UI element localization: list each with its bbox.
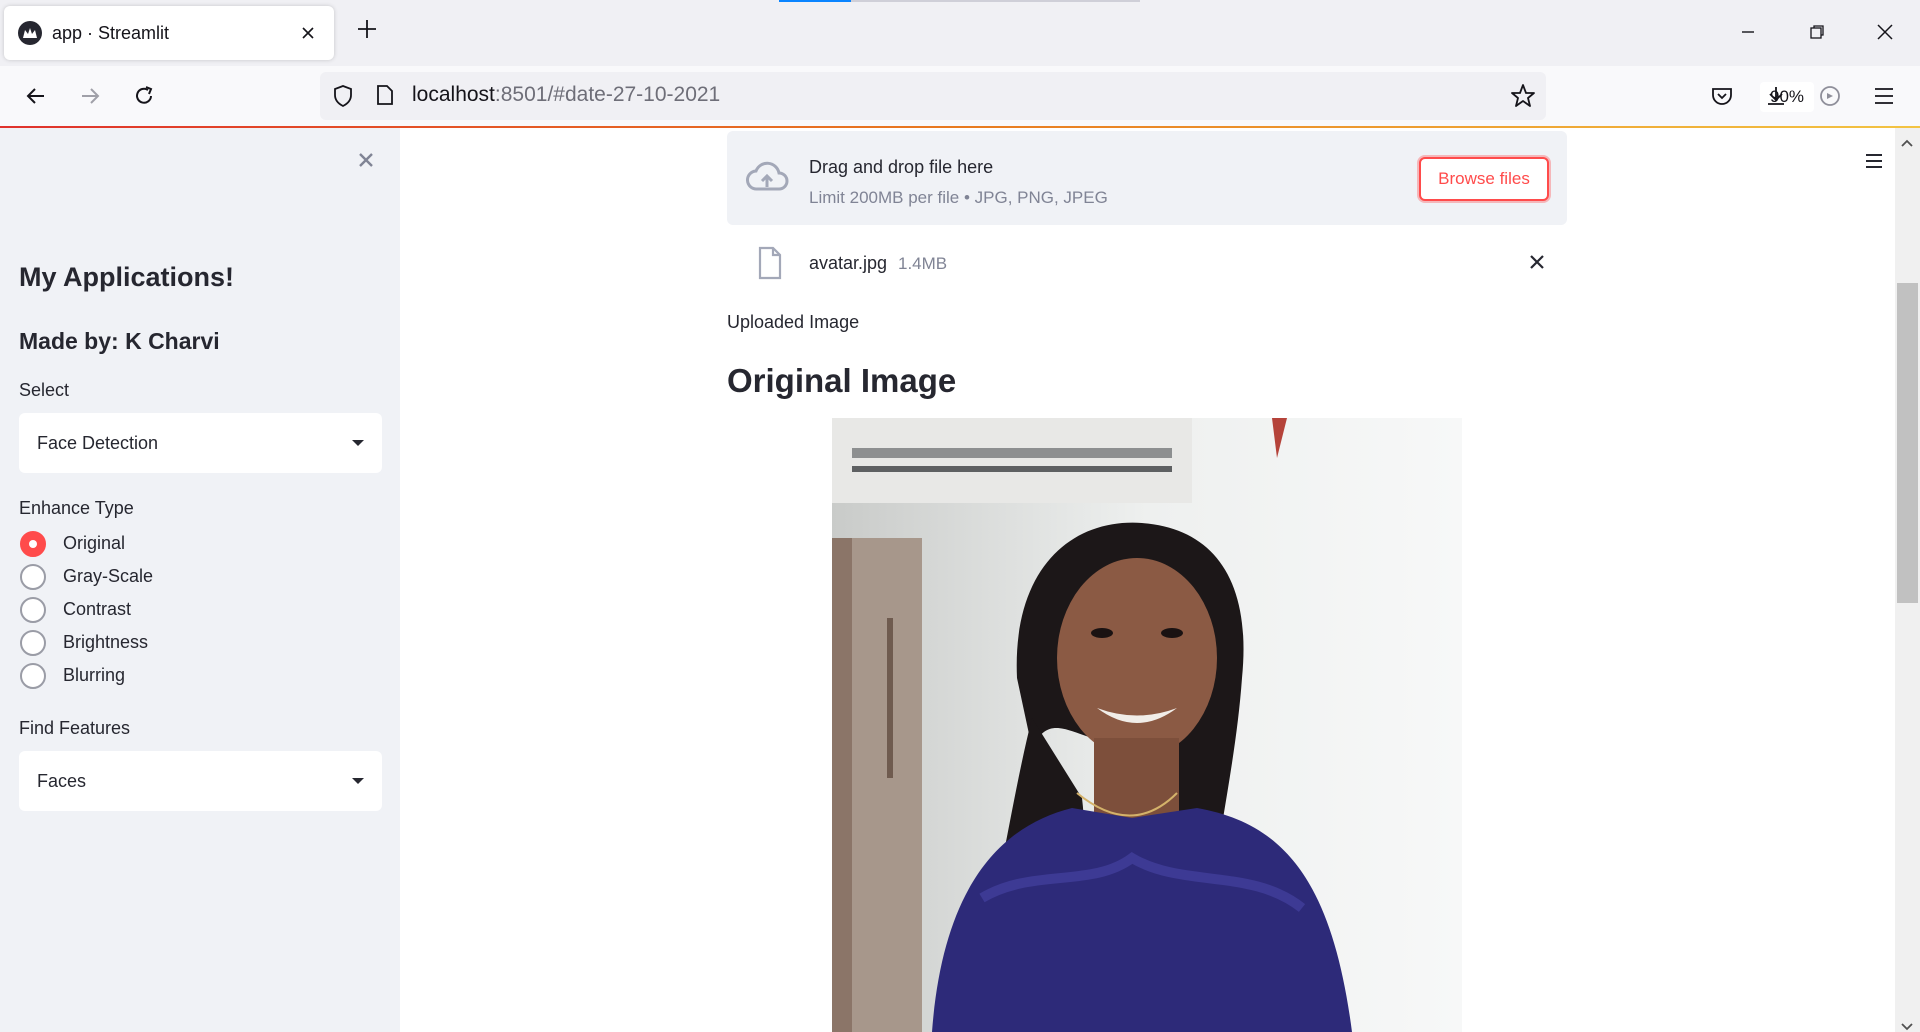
uploaded-photo [832, 418, 1462, 1032]
downloads-icon[interactable] [1760, 80, 1792, 112]
sidebar-close-icon[interactable] [354, 148, 378, 172]
browser-tab-bar: app · Streamlit [0, 0, 1920, 66]
features-select-value: Faces [37, 770, 87, 791]
features-select[interactable]: Faces [19, 751, 382, 811]
activity-select[interactable]: Face Detection [19, 413, 382, 473]
file-icon [757, 246, 783, 285]
enhance-type-radio-group: Original Gray-Scale Contrast Brightness … [20, 527, 153, 692]
dropzone-title: Drag and drop file here [809, 157, 994, 177]
url-path: :8501/#date-27-10-2021 [494, 83, 721, 106]
sidebar-subheading: Made by: K Charvi [19, 328, 220, 354]
original-image-heading: Original Image [727, 362, 957, 399]
radio-label: Brightness [63, 632, 149, 652]
select-label: Select [19, 380, 70, 400]
streamlit-favicon-icon [18, 21, 42, 45]
scrollbar-thumb[interactable] [1897, 283, 1918, 603]
bookmark-star-icon[interactable] [1510, 83, 1536, 114]
radio-option-blurring[interactable]: Blurring [20, 659, 153, 692]
sidebar: My Applications! Made by: K Charvi Selec… [0, 128, 400, 1032]
window-close-icon[interactable] [1865, 14, 1905, 50]
forward-arrow-icon[interactable] [74, 80, 106, 112]
scroll-down-arrow-icon[interactable] [1901, 1018, 1913, 1032]
radio-option-contrast[interactable]: Contrast [20, 593, 153, 626]
pocket-icon[interactable] [1706, 80, 1738, 112]
uploaded-file-name: avatar.jpg [809, 253, 888, 273]
browse-files-button[interactable]: Browse files [1419, 157, 1549, 201]
radio-option-brightness[interactable]: Brightness [20, 626, 153, 659]
radio-button[interactable] [20, 662, 46, 689]
uploaded-file-size: 1.4MB [898, 254, 948, 273]
activity-select-value: Face Detection [37, 432, 159, 453]
radio-button[interactable] [20, 563, 46, 590]
chevron-down-icon [352, 440, 364, 446]
radio-label: Gray-Scale [63, 566, 154, 586]
tab-close-icon[interactable] [296, 20, 320, 46]
dropzone-limit-text: Limit 200MB per file • JPG, PNG, JPEG [809, 188, 1108, 207]
radio-label: Contrast [63, 599, 132, 619]
window-minimize-icon[interactable] [1728, 14, 1768, 50]
back-arrow-icon[interactable] [20, 80, 52, 112]
chevron-down-icon [352, 778, 364, 784]
radio-button[interactable] [20, 596, 46, 623]
extension-icon[interactable] [1814, 80, 1846, 112]
radio-option-original[interactable]: Original [20, 527, 153, 560]
radio-label: Blurring [63, 665, 126, 685]
radio-option-gray-scale[interactable]: Gray-Scale [20, 560, 153, 593]
reload-icon[interactable] [128, 80, 160, 112]
scroll-up-arrow-icon[interactable] [1901, 134, 1913, 152]
radio-label: Original [63, 533, 126, 553]
main-content: Drag and drop file here Limit 200MB per … [400, 128, 1895, 1032]
url-text: localhost:8501/#date-27-10-2021 [412, 83, 720, 107]
streamlit-menu-icon[interactable] [1865, 153, 1885, 174]
browser-nav-bar: localhost:8501/#date-27-10-2021 90% [0, 66, 1920, 126]
file-uploader-dropzone[interactable]: Drag and drop file here Limit 200MB per … [727, 131, 1567, 225]
page-info-icon[interactable] [376, 84, 394, 111]
find-features-label: Find Features [19, 718, 131, 738]
url-host: localhost [412, 83, 495, 106]
app-menu-icon[interactable] [1868, 80, 1900, 112]
window-restore-icon[interactable] [1797, 14, 1837, 50]
radio-button[interactable] [20, 629, 46, 656]
url-bar[interactable]: localhost:8501/#date-27-10-2021 90% [320, 72, 1815, 120]
tracking-protection-shield-icon[interactable] [332, 84, 354, 113]
new-tab-plus-icon[interactable] [352, 14, 382, 48]
remove-file-icon[interactable] [1527, 252, 1547, 277]
page-scrollbar[interactable] [1895, 128, 1920, 1032]
radio-button-selected[interactable] [20, 530, 46, 557]
browser-tab[interactable]: app · Streamlit [4, 6, 334, 60]
tab-title: app · Streamlit [52, 22, 170, 43]
uploaded-image-text: Uploaded Image [727, 312, 860, 332]
sidebar-heading: My Applications! [19, 262, 235, 292]
enhance-type-label: Enhance Type [19, 498, 134, 518]
cloud-upload-icon [745, 159, 789, 200]
uploaded-file-row: avatar.jpg 1.4MB [727, 244, 1567, 284]
tab-loading-indicator [779, 0, 1140, 2]
